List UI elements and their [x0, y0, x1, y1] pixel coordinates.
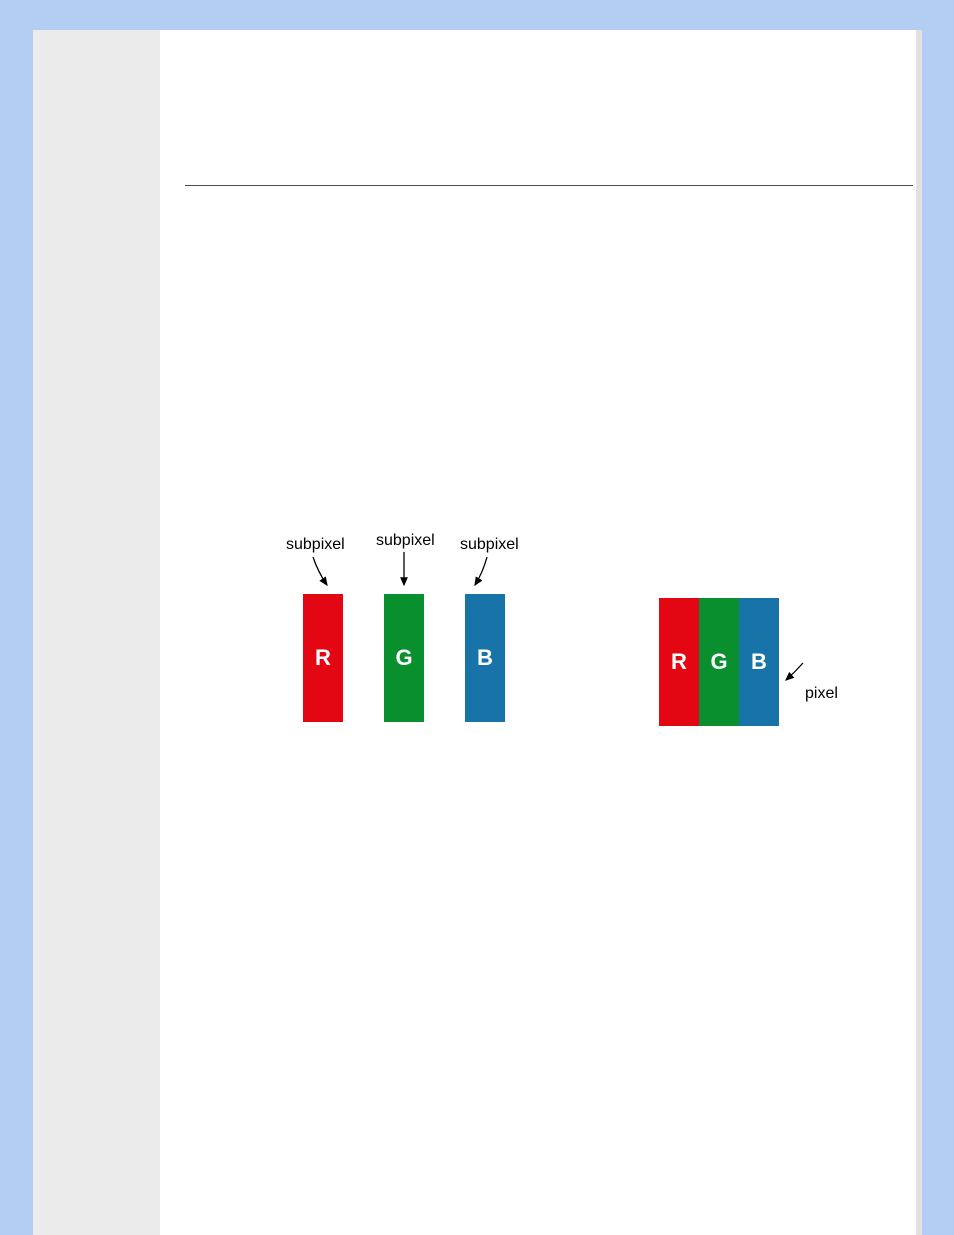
page-shadow: [915, 30, 922, 1235]
rgb-pixel-diagram: R G B subpixel subpixel subpixel R G B: [185, 500, 913, 750]
pixel-letter-r: R: [671, 649, 687, 674]
pixel-letter-g: G: [710, 649, 727, 674]
arrow-to-r: [313, 557, 327, 585]
pixel-bar-b: B: [739, 598, 779, 726]
document-page: R G B subpixel subpixel subpixel R G B: [33, 30, 916, 1235]
pixel-letter-b: B: [751, 649, 767, 674]
arrow-to-pixel: [786, 663, 803, 680]
pixel-bar-g: G: [699, 598, 739, 726]
pixel-label: pixel: [805, 685, 838, 703]
pixel-bar-r: R: [659, 598, 699, 726]
header-divider: [185, 185, 913, 186]
arrow-to-b: [475, 557, 487, 585]
page-left-margin: [33, 30, 160, 1235]
arrows-svg: [185, 500, 913, 750]
